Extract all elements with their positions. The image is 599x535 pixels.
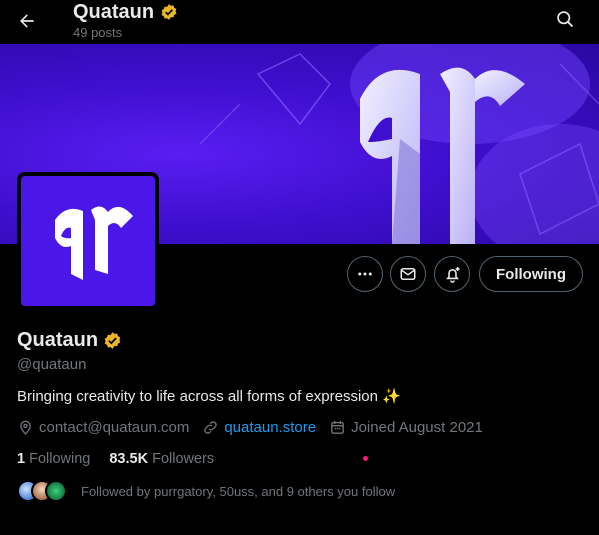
- message-button[interactable]: [390, 256, 426, 292]
- post-count: 49 posts: [73, 25, 123, 40]
- verified-badge-icon: [161, 4, 177, 20]
- bio-text: Bringing creativity to life across all f…: [17, 387, 378, 405]
- meta-joined: Joined August 2021: [329, 419, 483, 436]
- follower-avatar-3: [45, 480, 67, 502]
- back-button[interactable]: [10, 4, 44, 38]
- search-icon: [557, 11, 574, 28]
- following-count: 1: [17, 451, 26, 467]
- sparkles-emoji: ✨: [381, 388, 401, 405]
- link-icon: [204, 421, 218, 434]
- location-pin-icon: [20, 420, 31, 435]
- meta-website[interactable]: quataun.store: [202, 419, 316, 436]
- website-link[interactable]: quataun.store: [224, 419, 316, 436]
- arrow-left-icon: [20, 14, 34, 28]
- profile-name-row: Quataun: [17, 329, 122, 352]
- calendar-icon: [331, 421, 344, 434]
- more-button[interactable]: [347, 256, 383, 292]
- followers-count: 83.5K: [109, 451, 149, 467]
- profile-handle: @quataun: [17, 356, 87, 373]
- notify-button[interactable]: [434, 256, 470, 292]
- top-bar: Quataun 49 posts: [0, 0, 599, 44]
- header-title-row: Quataun: [73, 0, 178, 24]
- following-button[interactable]: Following: [479, 256, 583, 292]
- meta-email: contact@quataun.com: [39, 419, 190, 436]
- profile-meta: contact@quataun.com quataun.store Joined…: [17, 419, 496, 436]
- pink-dot: [363, 456, 368, 461]
- verified-badge-icon: [104, 332, 121, 349]
- following-count-label: Following: [29, 451, 91, 467]
- search-button[interactable]: [548, 2, 582, 36]
- following-count-link[interactable]: 1 Following: [17, 451, 90, 467]
- profile-actions: Following: [0, 256, 599, 292]
- ellipsis-icon: [358, 272, 372, 276]
- followers-count-label: Followers: [152, 451, 215, 467]
- envelope-icon: [400, 268, 416, 280]
- bell-plus-icon: [445, 266, 460, 283]
- header-title: Quataun: [73, 1, 155, 23]
- meta-location: contact@quataun.com: [17, 419, 189, 436]
- joined-date: Joined August 2021: [351, 419, 483, 436]
- followed-by-row[interactable]: Followed by purrgatory, 50uss, and 9 oth…: [17, 480, 395, 502]
- follow-counts: 1 Following 83.5K Followers: [17, 451, 214, 467]
- followed-by-text: Followed by purrgatory, 50uss, and 9 oth…: [81, 483, 396, 499]
- profile-name: Quataun: [17, 329, 99, 351]
- profile-bio: Bringing creativity to life across all f…: [17, 387, 401, 406]
- followers-count-link[interactable]: 83.5K Followers: [109, 451, 214, 467]
